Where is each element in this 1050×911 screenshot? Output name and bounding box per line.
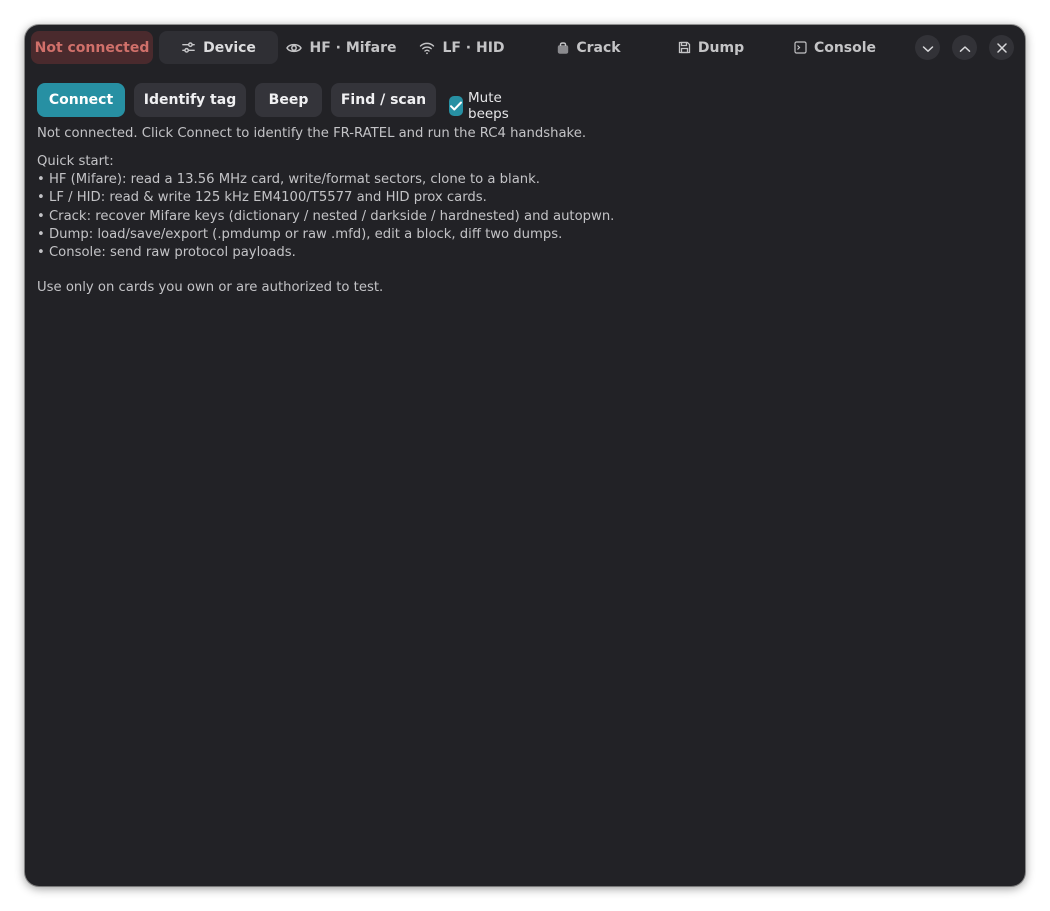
tab-crack[interactable]: Crack [545,31,633,64]
header-bar: Not connected Device HF · Mifare LF · HI… [25,25,1025,70]
status-message: Not connected. Click Connect to identify… [37,126,587,141]
quick-start-heading: Quick start: [37,154,114,169]
eye-icon [286,41,303,55]
lock-icon [557,41,569,54]
mute-beeps-label: Mute beeps [468,90,509,122]
usage-disclaimer: Use only on cards you own or are authori… [37,280,384,295]
find-scan-button[interactable]: Find / scan [331,83,436,117]
close-icon [996,38,1007,57]
maximize-icon [959,38,971,57]
save-icon [678,41,691,54]
checkmark-icon [450,101,462,111]
beep-button[interactable]: Beep [255,83,322,117]
list-item: • Dump: load/save/export (.pmdump or raw… [37,226,563,242]
tab-device[interactable]: Device [159,31,278,64]
minimize-icon [922,38,934,57]
tab-label: LF · HID [442,39,505,56]
terminal-icon [794,41,807,54]
close-button[interactable] [989,35,1014,60]
minimize-button[interactable] [915,35,940,60]
tab-label: HF · Mifare [309,39,397,56]
list-item: • Console: send raw protocol payloads. [37,245,296,261]
tab-dump[interactable]: Dump [669,31,753,64]
tab-lf-hid[interactable]: LF · HID [417,31,507,64]
tab-label: Dump [697,39,745,56]
sliders-icon [181,40,196,55]
identify-tag-button[interactable]: Identify tag [134,83,246,117]
mute-beeps-checkbox[interactable] [449,96,463,116]
connect-button[interactable]: Connect [37,83,125,117]
tab-hf-mifare[interactable]: HF · Mifare [285,31,398,64]
app-window: Not connected Device HF · Mifare LF · HI… [25,25,1025,886]
connection-status-badge: Not connected [31,31,153,64]
list-item: • Crack: recover Mifare keys (dictionary… [37,208,615,224]
wifi-icon [419,41,435,55]
tab-label: Device [203,39,256,56]
tab-label: Crack [576,39,621,56]
tab-console[interactable]: Console [789,31,881,64]
maximize-button[interactable] [952,35,977,60]
tab-label: Console [813,39,877,56]
list-item: • LF / HID: read & write 125 kHz EM4100/… [37,190,487,206]
mute-beeps-toggle[interactable]: Mute beeps [449,90,515,122]
list-item: • HF (Mifare): read a 13.56 MHz card, wr… [37,172,540,188]
quick-start-help: Quick start: • HF (Mifare): read a 13.56… [37,153,614,262]
